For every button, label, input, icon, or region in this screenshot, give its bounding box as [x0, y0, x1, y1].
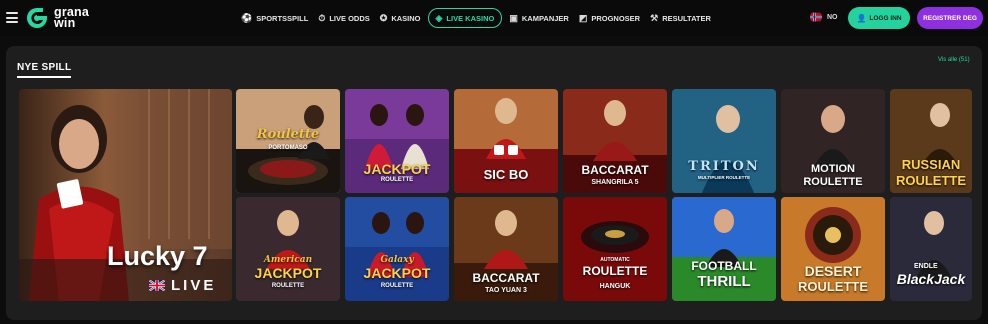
game-prefix: American [263, 255, 313, 265]
nav-label: PROGNOSER [591, 13, 641, 23]
nav-kasino[interactable]: ✪ KASINO [375, 8, 426, 28]
logo-mark-icon [27, 8, 47, 28]
game-prefix: Galaxy [380, 255, 414, 265]
game-tile-baccarat-shangrila[interactable]: BACCARAT SHANGRILA 5 [563, 89, 667, 193]
nav-sportsspill[interactable]: ⚽ SPORTSSPILL [236, 8, 313, 28]
logo-text-line2: win [54, 16, 76, 30]
game-title: JACKPOT [363, 265, 431, 281]
game-tile-american-jackpot[interactable]: American JACKPOT ROULETTE [236, 197, 340, 301]
nav-label: SPORTSSPILL [256, 13, 309, 23]
nav-label: KASINO [391, 13, 421, 23]
game-subtitle: HANGUK [599, 283, 631, 290]
nav-resultater[interactable]: ⚒ RESULTATER [645, 8, 716, 28]
game-title: ROULETTE [582, 264, 648, 278]
game-title: TRITON [688, 159, 760, 174]
nav-label: RESULTATER [662, 13, 711, 23]
game-subtitle: MULTIPLIER ROULETTE [697, 175, 751, 180]
trophy-icon: ⚒ [650, 12, 659, 23]
game-subtitle: ROULETTE [803, 176, 863, 188]
menu-icon[interactable] [6, 12, 18, 23]
nav-label: LIVE ODDS [329, 13, 370, 23]
language-selector[interactable]: NO [810, 11, 838, 23]
login-button[interactable]: 👤 LOGG INN [848, 7, 910, 29]
nav-label: KAMPANJER [521, 13, 569, 23]
game-title: MOTION [811, 163, 855, 175]
norway-flag-icon [810, 12, 822, 22]
nav-label: LIVE KASINO [446, 13, 495, 23]
register-label: REGISTRER DEG [923, 14, 977, 22]
game-tile-desert-roulette[interactable]: DESERT ROULETTE [781, 197, 885, 301]
title-underline [17, 76, 71, 78]
chip-icon: ✪ [379, 12, 388, 23]
gift-icon: ▣ [509, 12, 518, 23]
game-tile-baccarat-tao-yuan[interactable]: BACCARAT TAO YUAN 3 [454, 197, 558, 301]
section-title: NYE SPILL [17, 62, 72, 73]
game-tile-football-thrill[interactable]: FOOTBALL THRILL [672, 197, 776, 301]
language-code: NO [827, 13, 838, 21]
game-title: Roulette [256, 127, 320, 142]
soccer-ball-icon: ⚽ [241, 12, 253, 23]
game-title: BlackJack [896, 271, 966, 287]
game-art [454, 197, 558, 301]
game-subtitle: SHANGRILA 5 [591, 179, 639, 186]
nav-kampanjer[interactable]: ▣ KAMPANJER [504, 8, 573, 28]
game-tile-jackpot-roulette[interactable]: JACKPOT ROULETTE [345, 89, 449, 193]
game-tile-lucky-7[interactable]: Lucky 7 LIVE [19, 89, 232, 301]
game-title: RUSSIAN [901, 157, 961, 172]
game-title: JACKPOT [363, 161, 431, 177]
register-button[interactable]: REGISTRER DEG [917, 7, 983, 29]
view-all-link[interactable]: Vis alle (51) [938, 57, 970, 63]
game-tile-roulette-portomaso[interactable]: Roulette PORTOMASO [236, 89, 340, 193]
nav-live-kasino[interactable]: ◈ LIVE KASINO [427, 8, 503, 28]
game-art [563, 89, 667, 193]
game-title: BACCARAT [472, 271, 540, 285]
stopwatch-icon: ⏱ [318, 12, 326, 23]
game-title: DESERT [804, 263, 862, 279]
game-tile-automatic-roulette-hanguk[interactable]: AUTOMATIC ROULETTE HANGUK [563, 197, 667, 301]
cursor-chart-icon: ◩ [578, 12, 588, 23]
game-subtitle: PORTOMASO [268, 145, 308, 151]
game-tile-triton[interactable]: TRITON MULTIPLIER ROULETTE [672, 89, 776, 193]
nav-live-odds[interactable]: ⏱ LIVE ODDS [313, 8, 374, 28]
game-tile-russian-roulette[interactable]: RUSSIAN ROULETTE [890, 89, 972, 193]
uk-flag-icon [149, 280, 165, 291]
game-title: FOOTBALL [691, 259, 757, 273]
game-subtitle: ROULETTE [895, 173, 967, 188]
top-bar: grana win ⚽ SPORTSSPILL ⏱ LIVE ODDS ✪ KASIN… [0, 0, 988, 36]
game-subtitle: ROULETTE [380, 283, 414, 289]
game-subtitle: ROULETTE [271, 283, 305, 289]
game-title: SIC BO [483, 167, 529, 182]
game-prefix: AUTOMATIC [600, 257, 630, 263]
logo[interactable]: grana win [25, 5, 117, 31]
game-tile-endless-blackjack[interactable]: ENDLE BlackJack [890, 197, 972, 301]
game-title: JACKPOT [254, 265, 322, 281]
game-title: Lucky 7 [107, 241, 208, 271]
game-tile-sic-bo[interactable]: SIC BO [454, 89, 558, 193]
new-games-section: NYE SPILL Vis alle (51) Lucky 7 LIVE Rou… [6, 46, 982, 320]
game-subtitle: ROULETTE [797, 279, 869, 294]
main-nav: ⚽ SPORTSSPILL ⏱ LIVE ODDS ✪ KASINO ◈ LIVE KA… [236, 8, 716, 28]
logo-text: grana win [54, 6, 89, 30]
game-title: BACCARAT [581, 163, 649, 177]
game-subtitle: THRILL [697, 273, 751, 290]
login-label: LOGG INN [869, 14, 902, 22]
user-icon: 👤 [856, 13, 867, 23]
game-subtitle: ENDLE [914, 263, 938, 270]
game-subtitle: ROULETTE [380, 177, 414, 183]
game-subtitle: LIVE [171, 277, 217, 294]
nav-prognoser[interactable]: ◩ PROGNOSER [574, 8, 645, 28]
game-tile-motion-roulette[interactable]: MOTION ROULETTE [781, 89, 885, 193]
game-subtitle: TAO YUAN 3 [485, 287, 527, 294]
live-card-icon: ◈ [435, 12, 443, 23]
game-tile-galaxy-jackpot[interactable]: Galaxy JACKPOT ROULETTE [345, 197, 449, 301]
